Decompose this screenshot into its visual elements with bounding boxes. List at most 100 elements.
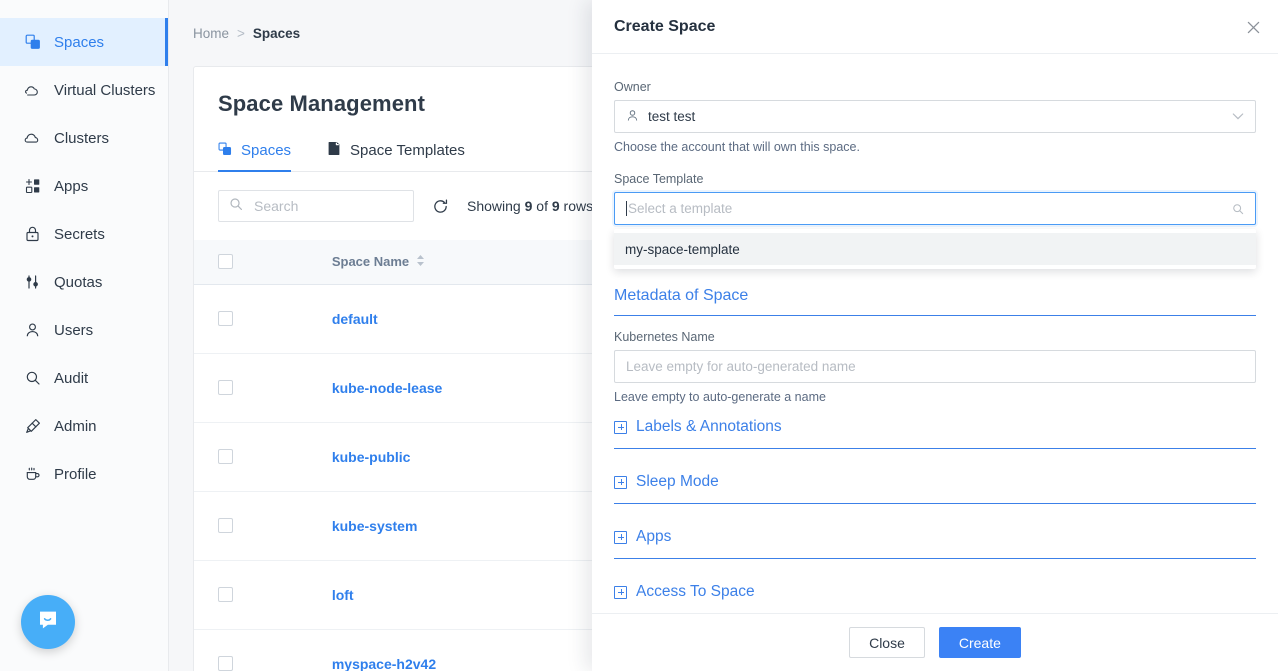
search-box[interactable]: [218, 190, 414, 222]
section-divider: [614, 503, 1256, 504]
sidebar-item-profile[interactable]: Profile: [0, 450, 168, 498]
space-template-label: Space Template: [614, 172, 1256, 186]
sidebar-item-label: Secrets: [54, 226, 105, 243]
space-template-dropdown: my-space-template: [614, 229, 1256, 269]
search-icon: [1232, 203, 1244, 215]
apps-label: Apps: [636, 528, 671, 546]
dropdown-option-my-space-template[interactable]: my-space-template: [614, 233, 1256, 265]
breadcrumb-home[interactable]: Home: [193, 26, 229, 41]
apps-icon: [24, 178, 41, 195]
access-to-space-toggle[interactable]: Access To Space: [614, 583, 1256, 601]
text-caret: [626, 201, 627, 216]
column-label: Space Name: [332, 254, 409, 269]
rows-count-info: Showing 9 of 9 rows: [467, 198, 593, 214]
row-checkbox[interactable]: [218, 380, 233, 395]
sidebar-item-quotas[interactable]: Quotas: [0, 258, 168, 306]
rows-info-suffix: rows: [564, 198, 594, 214]
rows-shown: 9: [525, 198, 533, 214]
refresh-icon[interactable]: [432, 198, 449, 215]
row-checkbox[interactable]: [218, 311, 233, 326]
sidebar-item-spaces[interactable]: Spaces: [0, 18, 168, 66]
metadata-section-title: Metadata of Space: [614, 287, 748, 305]
apps-toggle[interactable]: Apps: [614, 528, 1256, 546]
user-icon: [24, 322, 41, 339]
sleep-mode-section: Sleep Mode: [614, 473, 1256, 504]
close-button[interactable]: Close: [849, 627, 925, 658]
select-all-checkbox[interactable]: [218, 254, 233, 269]
section-divider: [614, 558, 1256, 559]
space-template-select[interactable]: Select a template: [614, 192, 1256, 225]
sidebar-item-clusters[interactable]: Clusters: [0, 114, 168, 162]
chevron-down-icon[interactable]: [1232, 109, 1244, 124]
row-select-cell: [194, 629, 332, 671]
space-name-link[interactable]: kube-system: [332, 518, 418, 534]
close-icon[interactable]: [1240, 14, 1266, 40]
sidebar-item-secrets[interactable]: Secrets: [0, 210, 168, 258]
dropdown-option-label: my-space-template: [625, 242, 740, 257]
row-checkbox[interactable]: [218, 587, 233, 602]
sleep-mode-toggle[interactable]: Sleep Mode: [614, 473, 1256, 491]
row-select-cell: [194, 560, 332, 629]
sidebar-item-label: Virtual Clusters: [54, 82, 155, 99]
sidebar-item-users[interactable]: Users: [0, 306, 168, 354]
space-template-field-group: Space Template Select a template my-spac…: [614, 172, 1256, 269]
sidebar-item-label: Admin: [54, 418, 97, 435]
drawer-title: Create Space: [614, 18, 715, 36]
breadcrumb-separator: >: [237, 26, 245, 41]
access-to-space-label: Access To Space: [636, 583, 755, 601]
wrench-icon: [24, 418, 41, 435]
search-input[interactable]: [252, 197, 403, 215]
sidebar-item-label: Quotas: [54, 274, 102, 291]
template-icon: [327, 141, 341, 160]
drawer-footer: Close Create: [592, 613, 1278, 671]
sidebar-item-audit[interactable]: Audit: [0, 354, 168, 402]
kubernetes-name-field-group: Kubernetes Name Leave empty to auto-gene…: [614, 330, 1256, 404]
breadcrumb-current: Spaces: [253, 26, 300, 41]
tab-spaces[interactable]: Spaces: [218, 141, 291, 171]
sidebar-item-label: Users: [54, 322, 93, 339]
rows-total: 9: [552, 198, 560, 214]
application-root: Spaces Virtual Clusters Clusters: [0, 0, 1278, 671]
row-checkbox[interactable]: [218, 518, 233, 533]
space-name-link[interactable]: default: [332, 311, 378, 327]
sort-icon[interactable]: [416, 254, 425, 270]
sidebar-item-virtual-clusters[interactable]: Virtual Clusters: [0, 66, 168, 114]
access-to-space-section: Access To Space: [614, 583, 1256, 613]
sidebar-item-label: Profile: [54, 466, 97, 483]
space-name-link[interactable]: kube-node-lease: [332, 380, 442, 396]
space-name-link[interactable]: loft: [332, 587, 354, 603]
kubernetes-name-input[interactable]: [614, 350, 1256, 383]
expand-plus-icon: [614, 421, 627, 434]
sleep-mode-label: Sleep Mode: [636, 473, 719, 491]
sidebar-item-label: Clusters: [54, 130, 109, 147]
expand-plus-icon: [614, 476, 627, 489]
create-button[interactable]: Create: [939, 627, 1021, 658]
owner-select[interactable]: test test: [614, 100, 1256, 133]
kubernetes-name-label: Kubernetes Name: [614, 330, 1256, 344]
tab-space-templates[interactable]: Space Templates: [327, 141, 465, 171]
row-select-cell: [194, 284, 332, 353]
chat-widget-button[interactable]: [21, 595, 75, 649]
expand-plus-icon: [614, 531, 627, 544]
space-name-link[interactable]: kube-public: [332, 449, 411, 465]
owner-hint: Choose the account that will own this sp…: [614, 140, 1256, 154]
row-select-cell: [194, 422, 332, 491]
sidebar-item-apps[interactable]: Apps: [0, 162, 168, 210]
sidebar-item-admin[interactable]: Admin: [0, 402, 168, 450]
row-checkbox[interactable]: [218, 449, 233, 464]
user-icon: [626, 109, 639, 125]
tab-label: Spaces: [241, 142, 291, 159]
space-template-placeholder: Select a template: [628, 201, 732, 216]
row-checkbox[interactable]: [218, 656, 233, 671]
apps-section: Apps: [614, 528, 1256, 559]
spaces-icon: [218, 142, 232, 160]
search-icon: [229, 197, 243, 216]
section-divider: [614, 448, 1256, 449]
labels-annotations-toggle[interactable]: Labels & Annotations: [614, 418, 1256, 436]
space-name-link[interactable]: myspace-h2v42: [332, 656, 436, 671]
rows-info-prefix: Showing: [467, 198, 521, 214]
select-all-header: [194, 240, 332, 284]
sidebar-item-label: Audit: [54, 370, 88, 387]
metadata-section-header: Metadata of Space: [614, 287, 1256, 316]
labels-annotations-label: Labels & Annotations: [636, 418, 782, 436]
